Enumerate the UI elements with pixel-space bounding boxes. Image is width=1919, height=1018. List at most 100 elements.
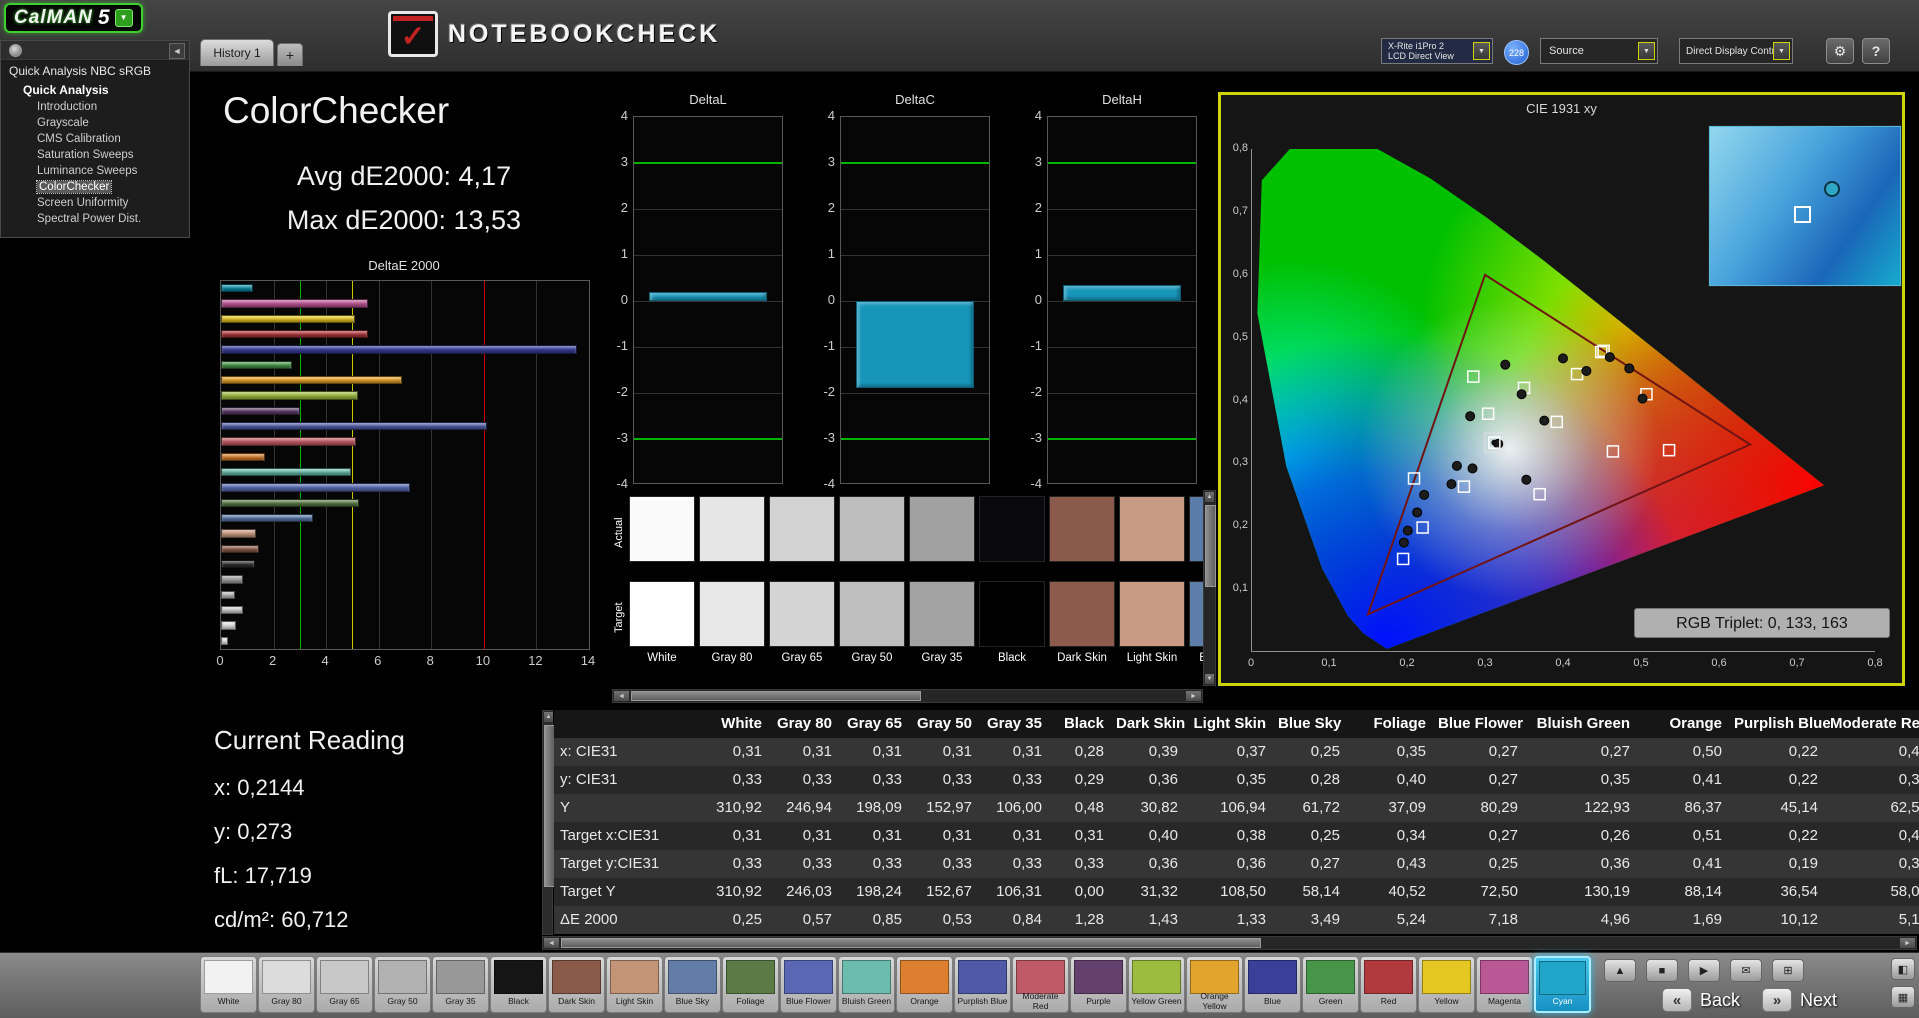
swatch-horizontal-scrollbar[interactable]: ◄ ► bbox=[612, 689, 1203, 703]
patch-button-gray-35[interactable]: Gray 35 bbox=[432, 956, 489, 1013]
patch-button-moderate-red[interactable]: Moderate Red bbox=[1012, 956, 1069, 1013]
patch-button-light-skin[interactable]: Light Skin bbox=[606, 956, 663, 1013]
next-label[interactable]: Next bbox=[1800, 990, 1837, 1011]
y-axis-tick-label: 0 bbox=[1034, 292, 1042, 307]
eject-button[interactable]: ▲ bbox=[1604, 959, 1636, 982]
patch-button-blue-flower[interactable]: Blue Flower bbox=[780, 956, 837, 1013]
back-label[interactable]: Back bbox=[1700, 990, 1740, 1011]
patch-button-bluish-green[interactable]: Bluish Green bbox=[838, 956, 895, 1013]
settings-button[interactable]: ⚙ bbox=[1826, 38, 1854, 64]
deltae-bar-blue bbox=[221, 345, 577, 354]
patch-button-dark-skin[interactable]: Dark Skin bbox=[548, 956, 605, 1013]
cie-1931-panel[interactable]: CIE 1931 xy RGB Triplet: 0, 133, 163 0 0… bbox=[1218, 92, 1905, 686]
deltae-bar-orange-yellow bbox=[221, 376, 403, 385]
logo-dropdown-arrow-icon[interactable]: ▼ bbox=[114, 9, 133, 27]
sidebar-item-saturation-sweeps[interactable]: Saturation Sweeps bbox=[1, 147, 189, 163]
patch-button-gray-80[interactable]: Gray 80 bbox=[258, 956, 315, 1013]
deltae-bar-yellow bbox=[221, 314, 356, 323]
scroll-right-arrow-icon[interactable]: ► bbox=[1900, 938, 1915, 948]
scroll-up-arrow-icon[interactable]: ▲ bbox=[1205, 492, 1214, 502]
new-tab-button[interactable]: + bbox=[277, 43, 303, 66]
table-cell: 246,94 bbox=[774, 794, 844, 822]
x-axis-tick-label: 0,4 bbox=[1555, 657, 1571, 669]
swatch-label: Gray 50 bbox=[851, 652, 893, 664]
patch-label: Light Skin bbox=[615, 995, 654, 1006]
patch-label: Yellow bbox=[1434, 995, 1459, 1006]
swatch-vertical-scrollbar[interactable]: ▲ ▼ bbox=[1203, 490, 1216, 686]
meter-count-badge[interactable]: 228 bbox=[1504, 40, 1529, 65]
back-button[interactable]: « bbox=[1662, 988, 1692, 1012]
reference-line bbox=[483, 281, 485, 649]
scrollbar-thumb[interactable] bbox=[1205, 505, 1216, 587]
meter-dropdown[interactable]: X-Rite i1Pro 2 LCD Direct View ▼ bbox=[1381, 38, 1493, 64]
patch-button-gray-50[interactable]: Gray 50 bbox=[374, 956, 431, 1013]
deltae-bar-white bbox=[221, 636, 228, 645]
patch-button-orange-yellow[interactable]: Orange Yellow bbox=[1186, 956, 1243, 1013]
patch-button-blue-sky[interactable]: Blue Sky bbox=[664, 956, 721, 1013]
play-button[interactable]: ▶ bbox=[1688, 959, 1720, 982]
tab-history-1[interactable]: History 1 bbox=[200, 39, 274, 66]
table-cell: 72,50 bbox=[1438, 878, 1530, 906]
sidebar-item-colorchecker[interactable]: ColorChecker bbox=[1, 179, 189, 195]
mail-button[interactable]: ✉ bbox=[1730, 959, 1762, 982]
grid-button[interactable]: ◧ bbox=[1891, 958, 1915, 980]
help-button[interactable]: ? bbox=[1862, 38, 1890, 64]
patch-button-green[interactable]: Green bbox=[1302, 956, 1359, 1013]
sidebar-item-spectral-power-dist[interactable]: Spectral Power Dist. bbox=[1, 211, 189, 227]
patch-button-cyan[interactable]: Cyan bbox=[1534, 956, 1591, 1013]
patch-button-orange[interactable]: Orange bbox=[896, 956, 953, 1013]
table-cell: 62,52 bbox=[1830, 794, 1919, 822]
table-row-y-cie31: y: CIE31 0,33 0,33 0,33 0,33 0,33 0,29 0,36 0,35… bbox=[554, 766, 1919, 794]
actual-row-label: Actual bbox=[613, 517, 625, 549]
window-button[interactable]: ⊞ bbox=[1772, 959, 1804, 982]
y-axis-tick-label: -2 bbox=[616, 384, 628, 399]
dropdown-arrow-icon[interactable]: ▼ bbox=[1638, 42, 1655, 60]
patch-button-red[interactable]: Red bbox=[1360, 956, 1417, 1013]
dropdown-arrow-icon[interactable]: ▼ bbox=[1473, 42, 1490, 60]
calman-logo[interactable]: CalMAN 5 ▼ bbox=[4, 3, 143, 33]
patch-button-white[interactable]: White bbox=[200, 956, 257, 1013]
sidebar-item-grayscale[interactable]: Grayscale bbox=[1, 115, 189, 131]
table-horizontal-scrollbar[interactable]: ◄ ► bbox=[542, 936, 1917, 950]
meter-name: X-Rite i1Pro 2 bbox=[1388, 41, 1445, 51]
x-axis-tick-label: 2 bbox=[268, 653, 277, 668]
scroll-up-arrow-icon[interactable]: ▲ bbox=[544, 712, 553, 722]
sidebar-item-introduction[interactable]: Introduction bbox=[1, 99, 189, 115]
patch-button-gray-65[interactable]: Gray 65 bbox=[316, 956, 373, 1013]
scroll-left-arrow-icon[interactable]: ◄ bbox=[614, 691, 629, 701]
workflow-root-node[interactable]: Quick Analysis bbox=[1, 81, 189, 99]
sidebar-item-screen-uniformity[interactable]: Screen Uniformity bbox=[1, 195, 189, 211]
patch-button-magenta[interactable]: Magenta bbox=[1476, 956, 1533, 1013]
table-cell: 198,09 bbox=[844, 794, 914, 822]
measured-dot-marker bbox=[1637, 393, 1648, 404]
patch-label: Black bbox=[508, 995, 529, 1006]
column-header-gray-50: Gray 50 bbox=[914, 710, 984, 738]
scrollbar-thumb[interactable] bbox=[631, 691, 921, 701]
scroll-right-arrow-icon[interactable]: ► bbox=[1186, 691, 1201, 701]
patch-button-foliage[interactable]: Foliage bbox=[722, 956, 779, 1013]
sidebar-item-luminance-sweeps[interactable]: Luminance Sweeps bbox=[1, 163, 189, 179]
panel-button[interactable]: ▦ bbox=[1891, 986, 1915, 1008]
dropdown-arrow-icon[interactable]: ▼ bbox=[1773, 42, 1790, 60]
patch-button-purple[interactable]: Purple bbox=[1070, 956, 1127, 1013]
patch-button-blue[interactable]: Blue bbox=[1244, 956, 1301, 1013]
stop-button[interactable]: ■ bbox=[1646, 959, 1678, 982]
edge-button-column: ◧ ▦ bbox=[1891, 958, 1915, 1008]
table-vertical-scrollbar[interactable]: ▲ bbox=[542, 710, 555, 935]
reading-x: x: 0,2144 bbox=[214, 775, 305, 800]
scroll-left-arrow-icon[interactable]: ◄ bbox=[544, 938, 559, 948]
patch-button-yellow[interactable]: Yellow bbox=[1418, 956, 1475, 1013]
gridline bbox=[841, 209, 989, 210]
patch-button-yellow-green[interactable]: Yellow Green bbox=[1128, 956, 1185, 1013]
patch-button-black[interactable]: Black bbox=[490, 956, 547, 1013]
cie-zoom-inset bbox=[1708, 125, 1902, 287]
patch-button-purplish-blue[interactable]: Purplish Blue bbox=[954, 956, 1011, 1013]
display-control-dropdown[interactable]: Direct Display Control ▼ bbox=[1679, 38, 1793, 64]
sidebar-collapse-button[interactable]: ◄ bbox=[169, 43, 185, 59]
sidebar-item-cms-calibration[interactable]: CMS Calibration bbox=[1, 131, 189, 147]
scroll-down-arrow-icon[interactable]: ▼ bbox=[1205, 674, 1214, 684]
scrollbar-thumb[interactable] bbox=[561, 938, 1261, 948]
source-dropdown[interactable]: Source ▼ bbox=[1540, 38, 1658, 64]
next-button[interactable]: » bbox=[1762, 988, 1793, 1012]
patch-color-swatch bbox=[958, 960, 1007, 994]
